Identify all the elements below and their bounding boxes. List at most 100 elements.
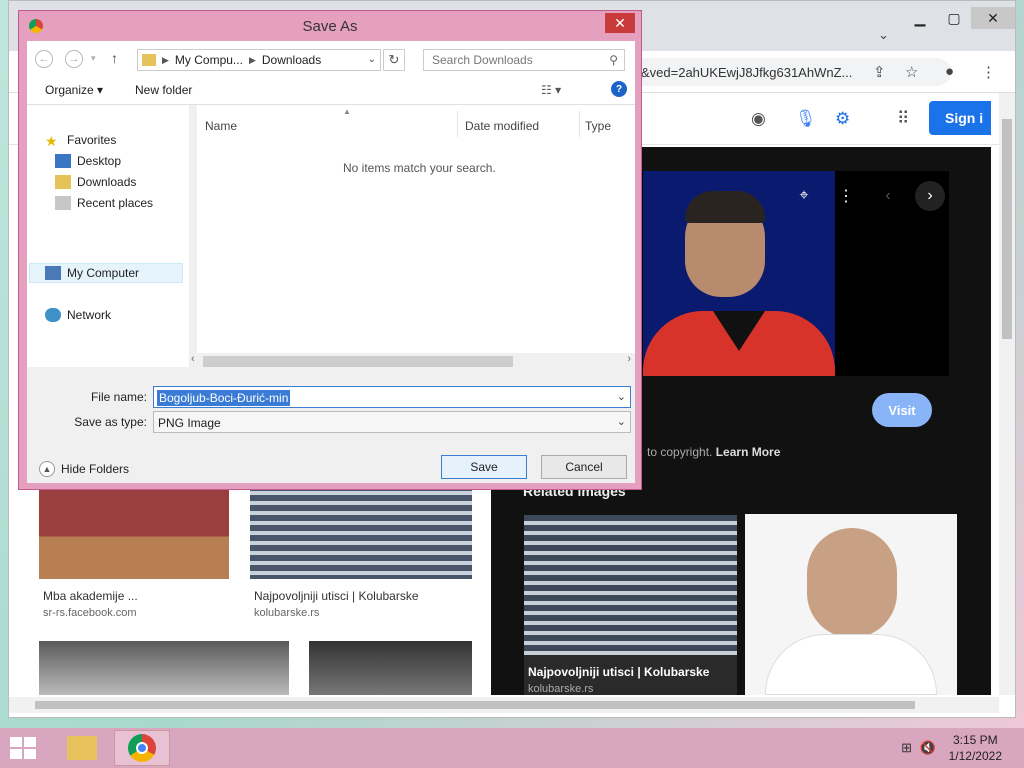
next-arrow-icon[interactable]: › (915, 181, 945, 211)
window-controls: ▁ ▢ ✕ (903, 7, 1015, 29)
back-button[interactable]: ← (35, 50, 53, 68)
profile-avatar-icon[interactable]: ● (945, 63, 954, 80)
chevron-right-icon: ▶ (162, 54, 169, 65)
result-caption: Mba akademije ... (43, 589, 138, 603)
nav-label: Recent places (77, 196, 154, 210)
save-as-type-label: Save as type: (74, 415, 147, 429)
help-icon[interactable]: ? (611, 81, 627, 97)
file-explorer-taskbar-button[interactable] (54, 730, 110, 766)
apps-grid-icon[interactable]: ⠿ (897, 109, 909, 129)
recent-places-icon (55, 196, 71, 210)
cancel-button[interactable]: Cancel (541, 455, 627, 479)
system-clock[interactable]: 3:15 PM 1/12/2022 (949, 732, 1002, 764)
nav-label: Favorites (67, 133, 117, 147)
dialog-close-button[interactable]: ✕ (605, 13, 635, 33)
save-as-type-select[interactable]: PNG Image ⌄ (153, 411, 631, 433)
file-list: Name ▲ Date modified Type No items match… (197, 105, 635, 367)
hide-folders-button[interactable]: ▲ Hide Folders (39, 461, 129, 477)
column-header-date-modified[interactable]: Date modified (465, 119, 539, 133)
related-image (524, 515, 737, 655)
result-image (309, 641, 472, 695)
chevron-down-icon[interactable]: ⌄ (617, 415, 626, 428)
search-input[interactable]: Search Downloads ⚲ (423, 49, 625, 71)
star-icon: ★ (45, 133, 58, 149)
close-window-button[interactable]: ✕ (971, 7, 1015, 29)
related-image-2[interactable] (745, 514, 957, 695)
nav-my-computer[interactable]: My Computer (45, 266, 139, 280)
save-as-type-value: PNG Image (158, 416, 221, 430)
network-tray-icon[interactable]: ⊞ (901, 740, 912, 756)
nav-desktop[interactable]: Desktop (55, 154, 121, 168)
chrome-taskbar-button[interactable] (114, 730, 170, 766)
maximize-button[interactable]: ▢ (937, 7, 971, 29)
horizontal-scrollbar[interactable] (9, 697, 999, 713)
share-icon[interactable]: ⇪ (873, 63, 886, 81)
chevron-down-icon[interactable]: ⌄ (617, 390, 626, 403)
nav-label: Downloads (77, 175, 137, 189)
column-divider[interactable] (457, 111, 458, 137)
view-options-icon[interactable]: ☷ ▾ (541, 83, 561, 97)
recent-locations-chevron-icon[interactable]: ▾ (91, 53, 96, 64)
nav-network[interactable]: Network (45, 308, 111, 322)
related-source: kolubarske.rs (528, 683, 594, 695)
visit-button[interactable]: Visit (872, 393, 932, 427)
result-source: kolubarske.rs (254, 607, 320, 619)
refresh-button[interactable]: ↻ (383, 49, 405, 71)
taskbar: ⊞ 🔇 3:15 PM 1/12/2022 (0, 728, 1024, 768)
volume-muted-icon[interactable]: 🔇 (920, 740, 936, 756)
file-name-value: Bogoljub-Boci-Đurić-min (157, 390, 291, 406)
organize-button[interactable]: Organize ▾ (45, 83, 103, 97)
scroll-left-arrow-icon[interactable]: ‹ (191, 353, 195, 365)
save-button[interactable]: Save (441, 455, 527, 479)
file-list-scroll-thumb[interactable] (203, 356, 513, 367)
result-thumb-1[interactable]: Mba akademije ... sr-rs.facebook.com (39, 485, 229, 619)
organize-label: Organize (45, 83, 94, 97)
computer-icon (45, 266, 61, 280)
previous-arrow-icon[interactable]: ‹ (873, 181, 903, 211)
camera-search-icon[interactable]: ◉ (751, 109, 766, 129)
result-thumb-3[interactable] (39, 641, 289, 695)
column-divider[interactable] (579, 111, 580, 137)
address-bar[interactable]: &ved=2ahUKEwjJ8Jfkg631AhWnZ... (629, 58, 951, 86)
up-arrow-icon[interactable]: ↑ (111, 50, 118, 66)
minimize-button[interactable]: ▁ (903, 7, 937, 29)
result-thumb-2[interactable]: Najpovoljniji utisci | Kolubarske koluba… (250, 485, 472, 619)
scroll-right-arrow-icon[interactable]: › (627, 353, 631, 365)
chevron-down-icon[interactable]: ⌄ (368, 54, 376, 65)
breadcrumb-item[interactable]: My Compu... (175, 53, 243, 67)
learn-more-link[interactable]: Learn More (716, 445, 781, 459)
new-folder-button[interactable]: New folder (135, 83, 192, 97)
nav-favorites[interactable]: ★ Favorites (45, 133, 117, 149)
vertical-scroll-thumb[interactable] (1002, 119, 1012, 339)
nav-label: Network (67, 308, 112, 322)
windows-logo-tile (10, 749, 22, 759)
tab-search-chevron-icon[interactable]: ⌄ (878, 27, 889, 43)
windows-logo-tile (24, 749, 36, 759)
result-image (39, 641, 289, 695)
forward-button[interactable]: → (65, 50, 83, 68)
result-thumb-4[interactable] (309, 641, 472, 695)
column-header-type[interactable]: Type (585, 119, 611, 133)
bookmark-star-icon[interactable]: ☆ (905, 63, 918, 81)
lens-search-icon[interactable]: ⚙ (835, 109, 850, 129)
nav-recent-places[interactable]: Recent places (55, 196, 153, 210)
file-name-field[interactable]: Bogoljub-Boci-Đurić-min ⌄ (153, 386, 631, 408)
related-image-1[interactable]: Najpovoljniji utisci | Kolubarske koluba… (524, 515, 737, 695)
file-list-horizontal-scrollbar[interactable]: ‹ › (189, 353, 635, 369)
start-button[interactable] (10, 737, 38, 761)
breadcrumb-item[interactable]: Downloads (262, 53, 321, 67)
more-options-icon[interactable]: ⋮ (831, 181, 861, 211)
breadcrumb[interactable]: ▶ My Compu... ▶ Downloads ⌄ (137, 49, 381, 71)
sign-in-button[interactable]: Sign i (929, 101, 991, 135)
related-portrait-shirt (765, 634, 937, 695)
dialog-title: Save As (302, 17, 358, 35)
lens-icon[interactable]: ⌖ (789, 181, 819, 211)
nav-downloads[interactable]: Downloads (55, 175, 136, 189)
kebab-menu-icon[interactable]: ⋮ (981, 63, 996, 81)
file-explorer-icon (67, 736, 97, 760)
vertical-scrollbar[interactable] (999, 93, 1015, 695)
microphone-icon[interactable]: 🎙 (795, 109, 817, 129)
horizontal-scroll-thumb[interactable] (35, 701, 915, 709)
network-icon (45, 308, 61, 322)
column-header-name[interactable]: Name (205, 119, 237, 133)
